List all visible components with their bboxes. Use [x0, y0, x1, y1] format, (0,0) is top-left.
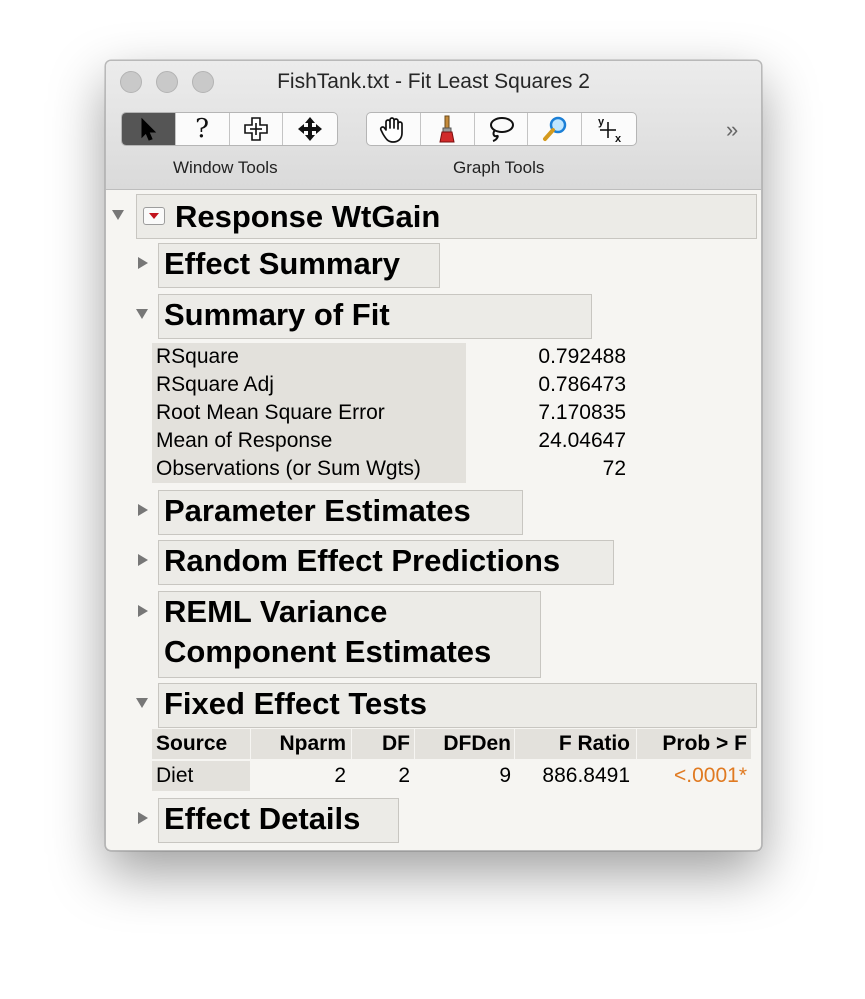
graph-tools-group: yx — [366, 112, 637, 146]
column-header-prob-f: Prob > F — [662, 732, 747, 755]
effect-summary-title: Effect Summary — [164, 246, 401, 281]
random-effect-predictions-title: Random Effect Predictions — [164, 543, 561, 578]
scaler-icon: yx — [598, 116, 622, 144]
window-tools-group: ? — [121, 112, 338, 146]
effect-details-header[interactable]: Effect Details — [158, 798, 399, 843]
hand-tool-button[interactable] — [367, 113, 421, 145]
fit-row-mean-response: Mean of Response 24.04647 — [152, 427, 626, 455]
brush-icon — [439, 115, 455, 143]
fit-label: Root Mean Square Error — [152, 399, 466, 427]
column-header-nparm: Nparm — [279, 732, 346, 755]
help-tool-button[interactable]: ? — [176, 113, 230, 145]
dfden-cell: 9 — [499, 764, 511, 787]
column-header-source: Source — [156, 732, 228, 755]
svg-text:y: y — [598, 116, 605, 128]
disclosure-triangle-response[interactable] — [112, 210, 124, 220]
brush-tool-button[interactable] — [421, 113, 475, 145]
arrow-tool-button[interactable] — [122, 113, 176, 145]
disclosure-triangle-reml[interactable] — [138, 605, 148, 617]
effect-summary-header[interactable]: Effect Summary — [158, 243, 440, 288]
disclosure-triangle-random-effect-predictions[interactable] — [138, 554, 148, 566]
disclosure-triangle-effect-summary[interactable] — [138, 257, 148, 269]
window-tools-label: Window Tools — [173, 158, 278, 177]
fixed-effect-tests-row: Diet 2 2 9 886.8491 <.0001* — [152, 761, 751, 791]
df-cell: 2 — [398, 764, 410, 787]
move-icon — [298, 117, 323, 141]
magnifier-tool-button[interactable] — [528, 113, 583, 145]
reml-variance-header[interactable]: REML Variance Component Estimates — [158, 591, 541, 678]
column-header-dfden: DFDen — [443, 732, 511, 755]
red-triangle-menu-button[interactable] — [143, 207, 165, 225]
effect-details-title: Effect Details — [164, 801, 361, 836]
summary-of-fit-header[interactable]: Summary of Fit — [158, 294, 592, 339]
fixed-effect-tests-title: Fixed Effect Tests — [164, 686, 428, 721]
nparm-cell: 2 — [334, 764, 346, 787]
column-header-f-ratio: F Ratio — [558, 732, 630, 755]
parameter-estimates-header[interactable]: Parameter Estimates — [158, 490, 523, 535]
summary-of-fit-title: Summary of Fit — [164, 297, 390, 332]
disclosure-triangle-summary-of-fit[interactable] — [136, 309, 148, 319]
lasso-icon — [489, 117, 514, 142]
hand-icon — [380, 117, 404, 143]
window-title: FishTank.txt - Fit Least Squares 2 — [277, 70, 590, 93]
fit-label: Observations (or Sum Wgts) — [152, 455, 466, 483]
source-cell: Diet — [152, 761, 250, 791]
reml-title-line-2: Component Estimates — [164, 634, 492, 669]
column-header-df: DF — [382, 732, 410, 755]
disclosure-triangle-fixed-effect-tests[interactable] — [136, 698, 148, 708]
magnifier-icon — [542, 116, 567, 141]
fit-row-rsquare: RSquare 0.792488 — [152, 343, 626, 371]
fit-value: 7.170835 — [538, 401, 626, 424]
response-outline-header: Response WtGain — [136, 194, 757, 239]
fit-label: RSquare — [152, 343, 466, 371]
help-icon: ? — [195, 114, 210, 144]
fit-least-squares-window: FishTank.txt - Fit Least Squares 2 ? Win… — [105, 60, 762, 851]
reml-title-line-1: REML Variance — [164, 594, 388, 629]
crosshair-icon — [244, 117, 268, 141]
crosshair-tool-button[interactable] — [230, 113, 284, 145]
report-content: Response WtGain Effect Summary Summary o… — [106, 190, 761, 850]
fit-row-observations: Observations (or Sum Wgts) 72 — [152, 455, 626, 483]
disclosure-triangle-effect-details[interactable] — [138, 812, 148, 824]
prob-f-cell: <.0001* — [674, 764, 747, 787]
fit-value: 72 — [602, 457, 626, 480]
graph-tools-label: Graph Tools — [453, 158, 545, 177]
move-tool-button[interactable] — [283, 113, 337, 145]
title-toolbar-bar: FishTank.txt - Fit Least Squares 2 ? Win… — [106, 61, 761, 190]
scaler-tool-button[interactable]: yx — [582, 113, 636, 145]
parameter-estimates-title: Parameter Estimates — [164, 493, 471, 528]
fixed-effect-tests-table-header: Source Nparm DF DFDen F Ratio Prob > F — [152, 729, 751, 759]
fit-value: 24.04647 — [538, 429, 626, 452]
fixed-effect-tests-header[interactable]: Fixed Effect Tests — [158, 683, 757, 728]
random-effect-predictions-header[interactable]: Random Effect Predictions — [158, 540, 614, 585]
response-title: Response WtGain — [175, 199, 441, 234]
lasso-tool-button[interactable] — [475, 113, 529, 145]
f-ratio-cell: 886.8491 — [542, 764, 630, 787]
fit-value: 0.786473 — [538, 373, 626, 396]
fit-label: Mean of Response — [152, 427, 466, 455]
svg-text:x: x — [615, 133, 622, 144]
fit-label: RSquare Adj — [152, 371, 466, 399]
disclosure-triangle-parameter-estimates[interactable] — [138, 504, 148, 516]
arrow-icon — [141, 117, 157, 141]
fit-value: 0.792488 — [538, 345, 626, 368]
toolbar-overflow-button[interactable]: » — [726, 117, 738, 143]
fit-row-rmse: Root Mean Square Error 7.170835 — [152, 399, 626, 427]
fit-row-rsquare-adj: RSquare Adj 0.786473 — [152, 371, 626, 399]
